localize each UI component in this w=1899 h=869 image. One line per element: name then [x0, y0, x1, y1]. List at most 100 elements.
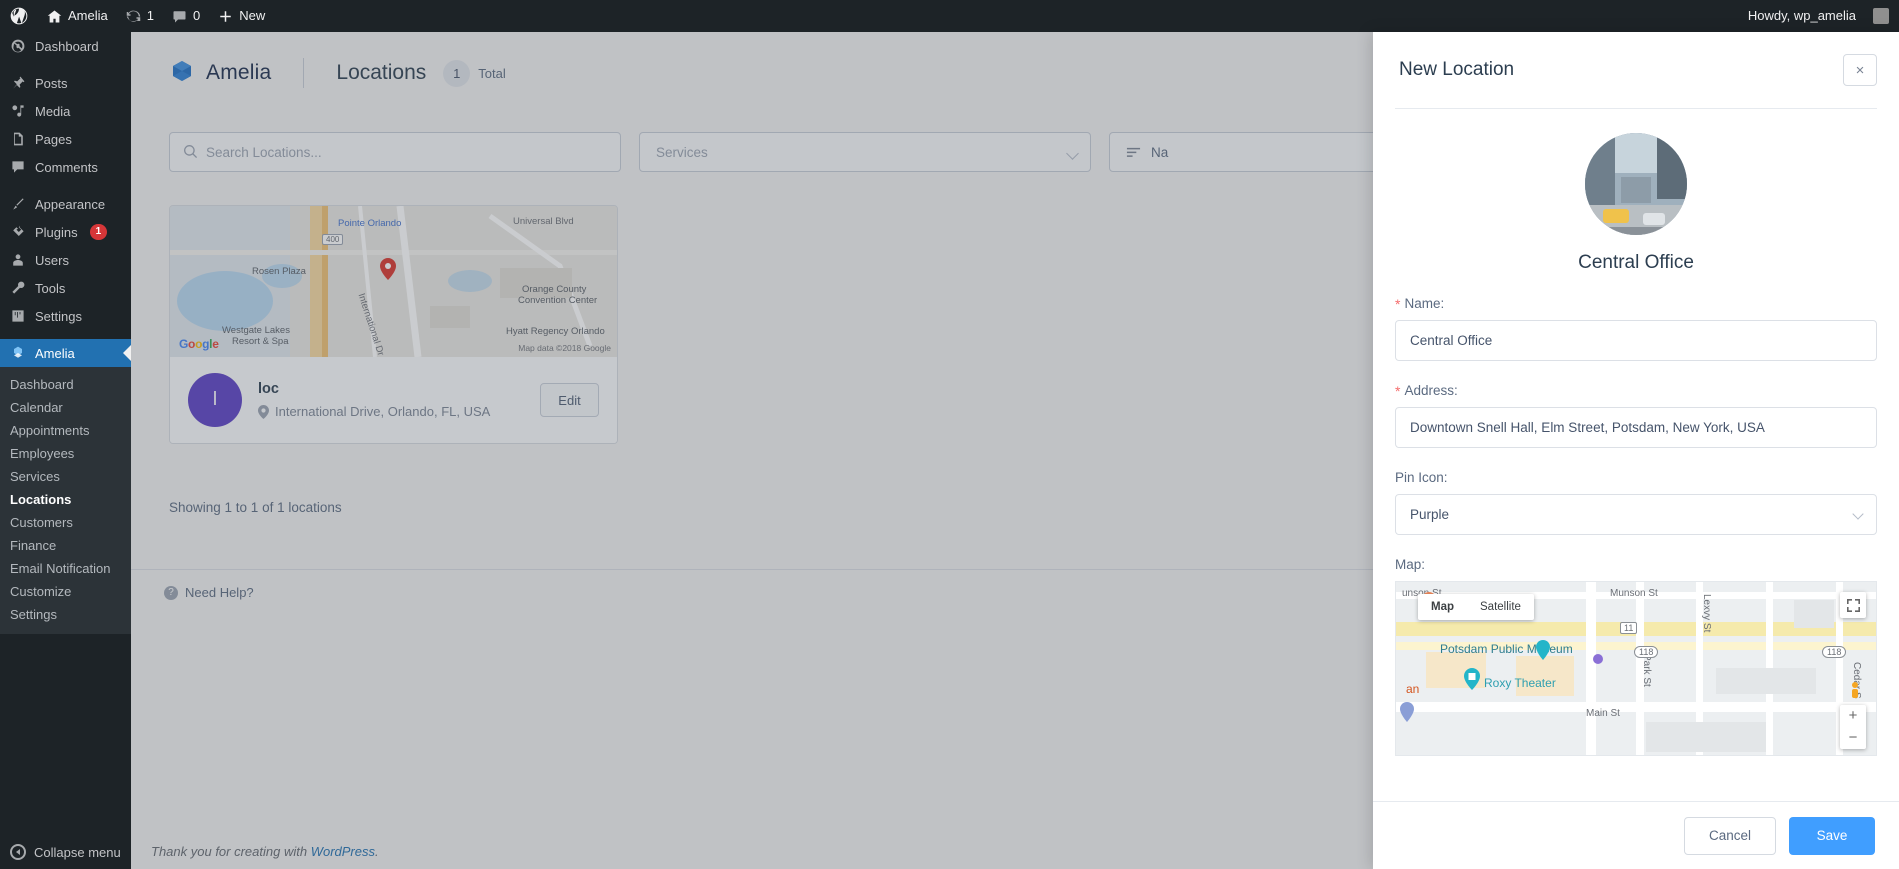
menu-separator [0, 181, 131, 190]
sidebar-item-media[interactable]: Media [0, 97, 131, 125]
sidebar-item-appointments[interactable]: Appointments [0, 419, 131, 442]
collapse-icon [10, 844, 26, 860]
panel-footer: Cancel Save [1373, 801, 1899, 869]
map-route-shield: 118 [1822, 646, 1847, 658]
sidebar-label: Plugins [35, 224, 78, 240]
sidebar-item-customize[interactable]: Customize [0, 580, 131, 603]
address-label-text: Address: [1404, 383, 1458, 398]
panel-title: New Location [1399, 59, 1515, 80]
sidebar-item-locations[interactable]: Locations [0, 488, 131, 511]
sidebar-item-settings[interactable]: Settings [0, 302, 131, 330]
pin-icon-field-group: Pin Icon: Purple [1395, 470, 1877, 535]
wp-admin-bar: Amelia 1 0 New Howdy, wp_amelia [0, 0, 1899, 32]
location-map[interactable]: unson St Munson St Main St Lexvy St Park… [1395, 581, 1877, 756]
updates-menu[interactable]: 1 [117, 0, 163, 32]
new-content-menu[interactable]: New [209, 0, 274, 32]
pin-icon-label: Pin Icon: [1395, 470, 1877, 485]
site-name-menu[interactable]: Amelia [38, 0, 117, 32]
location-photo[interactable] [1585, 133, 1687, 235]
comments-icon [10, 159, 26, 175]
brush-icon [10, 196, 26, 212]
account-menu[interactable]: Howdy, wp_amelia [1739, 0, 1899, 32]
sidebar-label: Tools [35, 280, 66, 296]
hotel-marker-icon [1400, 702, 1414, 722]
home-icon [47, 9, 62, 24]
map-type-satellite[interactable]: Satellite [1467, 594, 1534, 620]
map-route-shield: 118 [1634, 646, 1659, 658]
selected-location-marker [1592, 652, 1604, 664]
sidebar-item-posts[interactable]: Posts [0, 69, 131, 97]
menu-separator [0, 330, 131, 339]
wordpress-icon [9, 6, 29, 26]
howdy-label: Howdy, wp_amelia [1747, 8, 1856, 23]
sidebar-label: Comments [35, 159, 98, 175]
map-label-text: Map: [1395, 557, 1426, 572]
save-button[interactable]: Save [1789, 816, 1875, 855]
media-icon [10, 103, 26, 119]
close-icon[interactable]: × [1843, 54, 1877, 86]
sidebar-item-amelia[interactable]: Amelia [0, 339, 131, 367]
sidebar-item-email-notification[interactable]: Email Notification [0, 557, 131, 580]
sidebar-item-employees[interactable]: Employees [0, 442, 131, 465]
collapse-menu-button[interactable]: Collapse menu [0, 835, 131, 869]
sidebar-item-comments[interactable]: Comments [0, 153, 131, 181]
street-view-pegman-icon[interactable] [1848, 681, 1862, 703]
sidebar-item-pages[interactable]: Pages [0, 125, 131, 153]
map-zoom-controls[interactable]: + − [1840, 705, 1866, 749]
sidebar-label: Media [35, 103, 71, 119]
dashboard-icon [10, 38, 26, 54]
sidebar-item-amelia-dashboard[interactable]: Dashboard [0, 373, 131, 396]
avatar [1873, 8, 1889, 24]
amelia-submenu: Dashboard Calendar Appointments Employee… [0, 367, 131, 634]
map-street-label: Lexvy St [1701, 594, 1712, 633]
sidebar-item-customers[interactable]: Customers [0, 511, 131, 534]
theater-marker-icon [1464, 668, 1480, 690]
sidebar-item-services[interactable]: Services [0, 465, 131, 488]
sidebar-item-plugins[interactable]: Plugins 1 [0, 218, 131, 246]
chevron-down-icon [1852, 508, 1864, 520]
pin-icon-select[interactable]: Purple [1395, 494, 1877, 535]
new-label: New [239, 8, 266, 23]
collapse-label: Collapse menu [34, 844, 121, 860]
wordpress-logo-button[interactable] [0, 0, 38, 32]
required-asterisk: * [1395, 382, 1401, 399]
name-label: * Name: [1395, 296, 1877, 311]
sidebar-label: Settings [35, 308, 82, 324]
sidebar-label: Appearance [35, 196, 106, 212]
sidebar-label: Posts [35, 75, 68, 91]
location-photo-section: Central Office [1395, 109, 1877, 274]
sidebar-item-calendar[interactable]: Calendar [0, 396, 131, 419]
pin-icon [10, 75, 26, 91]
menu-separator [0, 60, 131, 69]
sidebar-item-tools[interactable]: Tools [0, 274, 131, 302]
map-street-label: Main St [1586, 708, 1620, 719]
sidebar-item-amelia-settings[interactable]: Settings [0, 603, 131, 626]
sidebar-item-appearance[interactable]: Appearance [0, 190, 131, 218]
tools-icon [10, 280, 26, 296]
panel-header: New Location × [1373, 32, 1899, 108]
name-input[interactable]: Central Office [1395, 320, 1877, 361]
fullscreen-icon[interactable] [1840, 592, 1866, 618]
address-input[interactable]: Downtown Snell Hall, Elm Street, Potsdam… [1395, 407, 1877, 448]
pages-icon [10, 131, 26, 147]
map-type-toggle[interactable]: Map Satellite [1418, 594, 1534, 620]
comments-menu[interactable]: 0 [163, 0, 209, 32]
name-field-group: * Name: Central Office [1395, 296, 1877, 361]
admin-sidebar: Dashboard Posts Media Pages Comments App… [0, 32, 131, 869]
zoom-out-button[interactable]: − [1840, 727, 1866, 749]
map-type-map[interactable]: Map [1418, 594, 1467, 620]
sidebar-item-users[interactable]: Users [0, 246, 131, 274]
name-label-text: Name: [1404, 296, 1445, 311]
users-icon [10, 252, 26, 268]
map-street-label: Park St [1641, 654, 1652, 687]
cancel-button[interactable]: Cancel [1684, 816, 1776, 855]
sidebar-item-dashboard[interactable]: Dashboard [0, 32, 131, 60]
plugins-icon [10, 224, 26, 240]
required-asterisk: * [1395, 295, 1401, 312]
zoom-in-button[interactable]: + [1840, 705, 1866, 727]
site-name-label: Amelia [68, 8, 108, 23]
map-poi-label: an [1406, 682, 1420, 696]
sidebar-item-finance[interactable]: Finance [0, 534, 131, 557]
settings-icon [10, 308, 26, 324]
map-poi-label: Potsdam Public Museum [1440, 642, 1573, 656]
